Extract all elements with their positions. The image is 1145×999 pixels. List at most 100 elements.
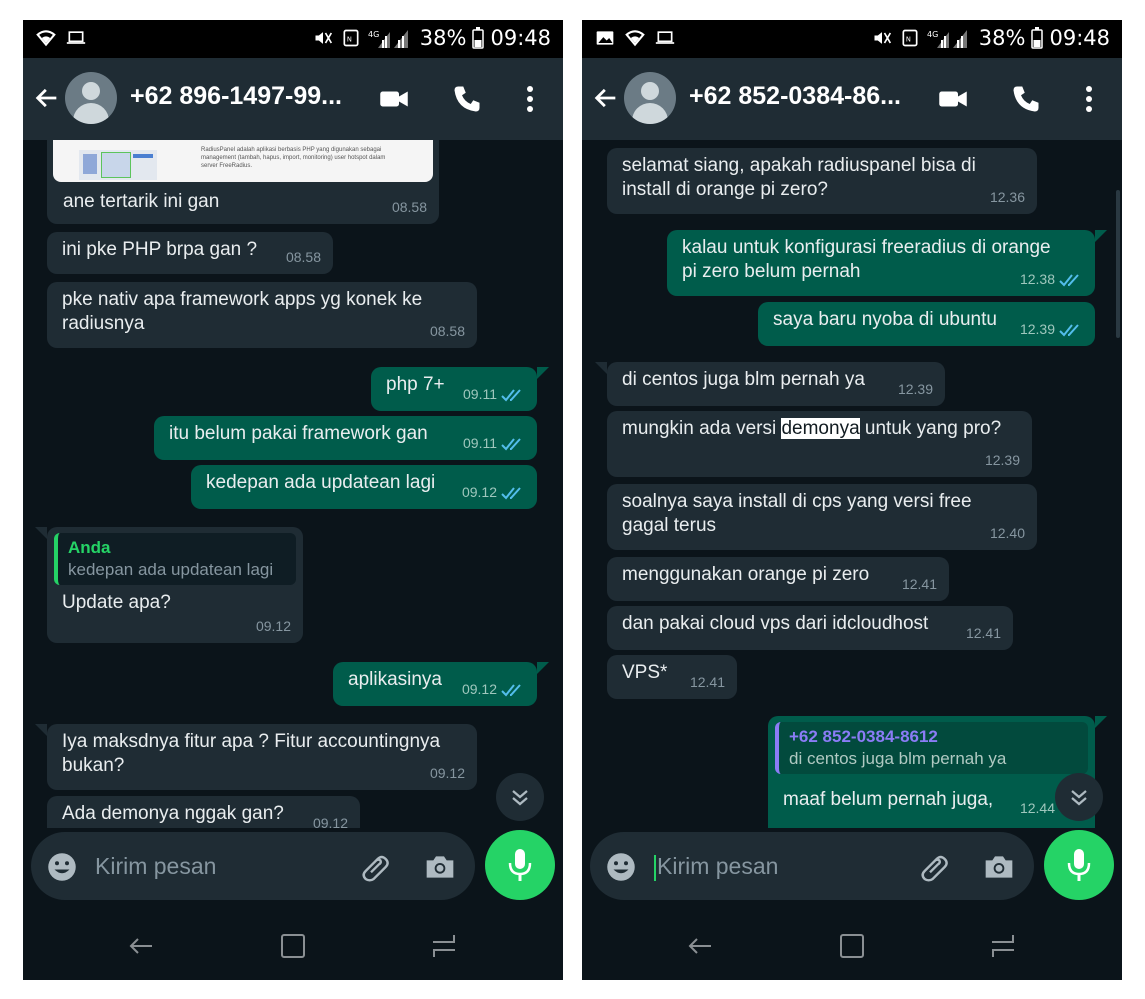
message-text-post: untuk yang pro? [859, 418, 1002, 439]
quoted-author: +62 852-0384-8612 [789, 727, 938, 746]
attach-icon[interactable] [918, 851, 950, 883]
message-text-line: pke nativ apa framework apps yg konek ke [62, 289, 423, 310]
camera-icon[interactable] [983, 851, 1015, 883]
nav-back-icon[interactable] [686, 932, 714, 960]
nav-recents-icon[interactable] [430, 932, 458, 960]
message-text: Ada demonya nggak gan? [62, 803, 284, 824]
message-link-preview[interactable]: RadiusPanel adalah aplikasi berbasis PHP… [47, 140, 439, 224]
image-icon [596, 31, 614, 45]
quoted-message[interactable]: Anda kedepan ada updatean lagi [54, 533, 296, 585]
message-text-line: selamat siang, apakah radiuspanel bisa d… [622, 155, 976, 176]
message-bubble-outgoing[interactable]: itu belum pakai framework gan 09.11 [154, 416, 537, 460]
message-time: 12.39 [984, 452, 1020, 468]
message-bubble-outgoing[interactable]: php 7+ 09.11 [371, 367, 537, 411]
nfc-icon: N [343, 29, 359, 47]
double-tick-icon [1059, 324, 1079, 337]
clock: 09:48 [490, 26, 551, 50]
message-bubble[interactable]: Iya maksdnya fitur apa ? Fitur accountin… [47, 724, 477, 790]
mute-icon [315, 32, 332, 44]
message-time: 09.11 [463, 386, 497, 402]
mic-button[interactable] [1044, 830, 1114, 900]
message-bubble[interactable]: mungkin ada versi demonya untuk yang pro… [607, 411, 1032, 477]
attach-icon[interactable] [359, 851, 391, 883]
more-menu-icon[interactable] [1074, 84, 1104, 114]
bubble-tail [35, 527, 47, 539]
message-text-line: gagal terus [622, 515, 717, 536]
selected-text-highlight[interactable]: demonya [781, 418, 860, 439]
nav-home-icon[interactable] [838, 932, 866, 960]
video-call-icon[interactable] [379, 84, 409, 114]
signal-icon: 4G [368, 30, 408, 48]
emoji-icon[interactable] [47, 852, 77, 882]
message-bubble-reply[interactable]: Anda kedepan ada updatean lagi Update ap… [47, 527, 303, 643]
message-time: 09.12 [461, 681, 497, 697]
bubble-tail [537, 367, 549, 379]
scrollbar[interactable] [1116, 190, 1120, 338]
message-bubble[interactable]: di centos juga blm pernah ya 12.39 [607, 362, 945, 406]
contact-title[interactable]: +62 852-0384-86... [689, 82, 901, 111]
mic-icon [508, 849, 532, 881]
message-bubble[interactable]: menggunakan orange pi zero 12.41 [607, 557, 949, 601]
message-bubble-outgoing[interactable]: saya baru nyoba di ubuntu 12.39 [758, 302, 1095, 346]
more-menu-icon[interactable] [515, 84, 545, 114]
message-bubble-outgoing[interactable]: kalau untuk konfigurasi freeradius di or… [667, 230, 1095, 296]
message-input[interactable]: Kirim pesan [657, 853, 778, 879]
camera-icon[interactable] [424, 851, 456, 883]
message-bubble-outgoing[interactable]: aplikasinya 09.12 [333, 662, 537, 706]
quoted-author: Anda [68, 538, 111, 557]
message-time: 12.41 [689, 674, 725, 690]
emoji-icon[interactable] [606, 852, 636, 882]
video-call-icon[interactable] [938, 84, 968, 114]
message-input-bar[interactable]: Kirim pesan [590, 832, 1034, 900]
scroll-down-button[interactable] [496, 773, 544, 821]
battery-percent: 38% [419, 26, 467, 50]
message-text-line: Iya maksdnya fitur apa ? Fitur accountin… [62, 731, 441, 752]
svg-text:N: N [347, 35, 352, 43]
chat-header: +62 896-1497-99... [23, 58, 563, 140]
message-list[interactable]: RadiusPanel adalah aplikasi berbasis PHP… [23, 140, 563, 828]
message-time: 09.12 [429, 765, 465, 781]
message-time: 09.12 [461, 484, 497, 500]
message-list[interactable]: selamat siang, apakah radiuspanel bisa d… [582, 140, 1122, 828]
message-input-bar[interactable]: Kirim pesan [31, 832, 475, 900]
message-text-line: soalnya saya install di cps yang versi f… [622, 491, 972, 512]
quoted-message[interactable]: +62 852-0384-8612 di centos juga blm per… [775, 722, 1088, 774]
avatar-icon[interactable] [624, 72, 676, 124]
message-time: 12.41 [965, 625, 1001, 641]
message-time: 09.12 [312, 815, 348, 828]
message-text: dan pakai cloud vps dari idcloudhost [622, 613, 929, 634]
back-arrow-icon[interactable] [592, 84, 620, 112]
nav-back-icon[interactable] [127, 932, 155, 960]
link-preview-card[interactable]: RadiusPanel adalah aplikasi berbasis PHP… [53, 140, 433, 182]
voice-call-icon[interactable] [1011, 84, 1041, 114]
status-bar: N 4G 38% 09:48 [582, 20, 1122, 58]
message-bubble-reply-outgoing[interactable]: +62 852-0384-8612 di centos juga blm per… [768, 716, 1095, 828]
nav-home-icon[interactable] [279, 932, 307, 960]
mic-button[interactable] [485, 830, 555, 900]
back-arrow-icon[interactable] [33, 84, 61, 112]
message-bubble[interactable]: VPS* 12.41 [607, 655, 737, 699]
message-text-line: kalau untuk konfigurasi freeradius di or… [682, 237, 1051, 258]
message-time: 12.40 [989, 525, 1025, 541]
message-text: ane tertarik ini gan [63, 191, 220, 212]
message-input[interactable]: Kirim pesan [95, 853, 216, 880]
bubble-tail [1095, 716, 1107, 728]
message-time: 12.39 [1019, 321, 1055, 337]
contact-title[interactable]: +62 896-1497-99... [130, 82, 342, 111]
scroll-down-button[interactable] [1055, 773, 1103, 821]
message-bubble-outgoing[interactable]: kedepan ada updatean lagi 09.12 [191, 465, 537, 509]
nav-recents-icon[interactable] [989, 932, 1017, 960]
preview-thumbnail [79, 150, 157, 180]
message-bubble[interactable]: dan pakai cloud vps dari idcloudhost 12.… [607, 606, 1013, 650]
message-time: 09.12 [255, 618, 291, 634]
message-bubble[interactable]: selamat siang, apakah radiuspanel bisa d… [607, 148, 1037, 214]
message-bubble[interactable]: pke nativ apa framework apps yg konek ke… [47, 282, 477, 348]
avatar-icon[interactable] [65, 72, 117, 124]
bubble-tail [595, 362, 607, 374]
message-text: Update apa? [62, 592, 171, 613]
message-bubble[interactable]: soalnya saya install di cps yang versi f… [607, 484, 1037, 550]
voice-call-icon[interactable] [452, 84, 482, 114]
message-bubble[interactable]: ini pke PHP brpa gan ? 08.58 [47, 232, 333, 274]
message-bubble[interactable]: Ada demonya nggak gan? 09.12 [47, 796, 360, 828]
laptop-icon [66, 31, 86, 44]
